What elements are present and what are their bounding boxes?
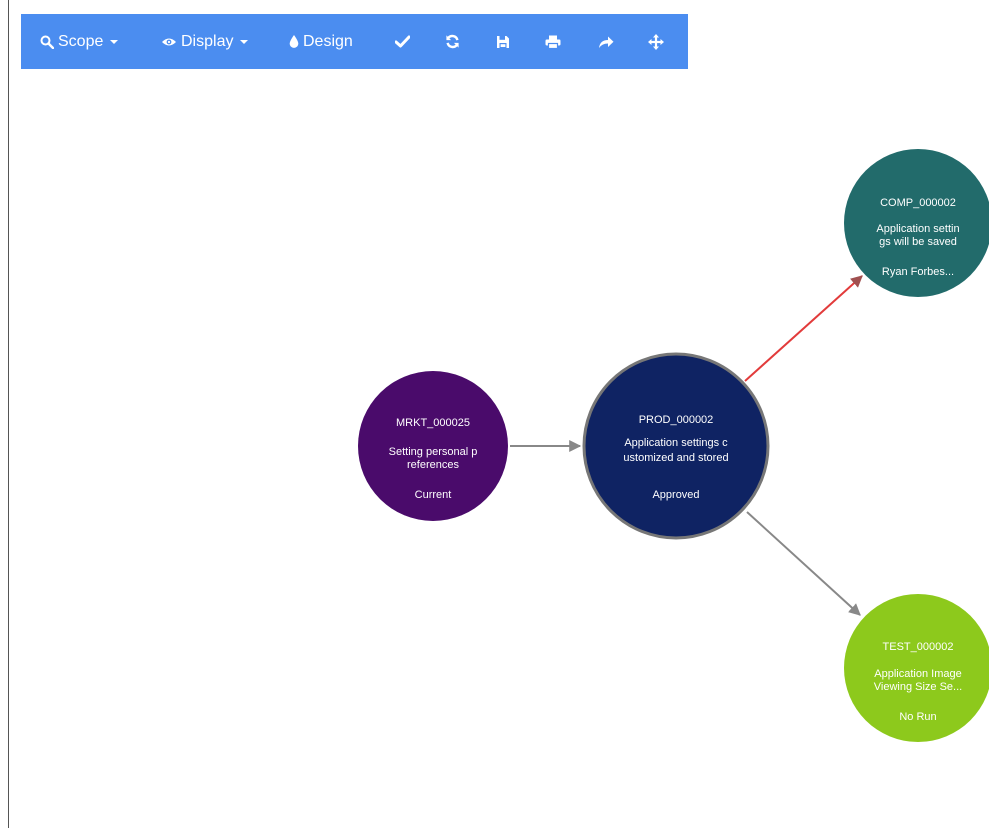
node-id: PROD_000002 xyxy=(639,414,714,426)
node-id: COMP_000002 xyxy=(880,197,956,209)
edge-prod-comp xyxy=(744,275,863,382)
node-status: Current xyxy=(415,489,452,501)
node-desc-line: Setting personal p xyxy=(389,446,478,458)
node-test[interactable]: TEST_000002 Application Image Viewing Si… xyxy=(844,594,989,742)
node-desc-line: Application settings c xyxy=(624,437,728,449)
node-desc-line: references xyxy=(407,459,459,471)
relationship-graph: MRKT_000025 Setting personal p reference… xyxy=(358,149,989,742)
node-status: No Run xyxy=(899,711,936,723)
node-status: Approved xyxy=(652,489,699,501)
node-desc-line: Viewing Size Se... xyxy=(874,681,962,693)
node-id: TEST_000002 xyxy=(883,641,954,653)
node-status: Ryan Forbes... xyxy=(882,266,954,278)
node-comp[interactable]: COMP_000002 Application settin gs will b… xyxy=(844,149,989,297)
node-mrkt[interactable]: MRKT_000025 Setting personal p reference… xyxy=(358,371,508,521)
node-desc-line: Application settin xyxy=(876,223,959,235)
node-id: MRKT_000025 xyxy=(396,417,470,429)
node-desc-line: gs will be saved xyxy=(879,236,957,248)
node-desc-line: Application Image xyxy=(874,668,961,680)
edge-prod-test xyxy=(746,511,861,616)
node-desc-line: ustomized and stored xyxy=(623,452,728,464)
node-prod[interactable]: PROD_000002 Application settings c ustom… xyxy=(582,352,770,540)
